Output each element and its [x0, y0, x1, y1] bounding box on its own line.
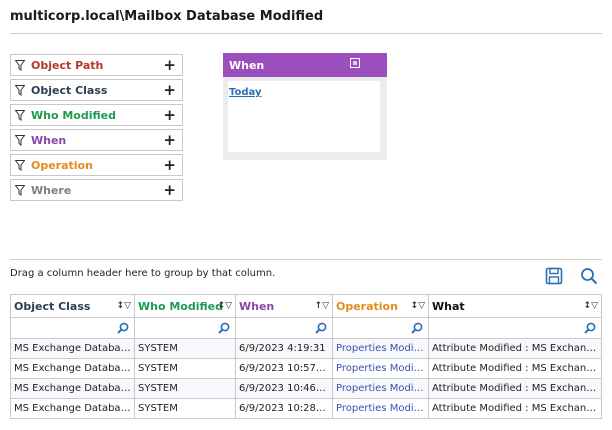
- cell-when: 6/9/2023 10:57:51: [235, 358, 333, 379]
- filter-label: Object Path: [31, 59, 104, 72]
- filter-operation[interactable]: Operation +: [10, 154, 183, 176]
- cell-what: Attribute Modified : MS Exchang...: [428, 338, 602, 359]
- search-icon[interactable]: [580, 267, 598, 285]
- filter-who-modified[interactable]: Who Modified +: [10, 104, 183, 126]
- plus-icon[interactable]: +: [163, 156, 176, 174]
- filter-list: Object Path + Object Class + Who Modifie…: [10, 54, 183, 204]
- column-header-when[interactable]: When ↑▽: [235, 294, 333, 318]
- cell-object-class: MS Exchange Database: [10, 398, 135, 419]
- cell-what: Attribute Modified : MS Exchang...: [428, 378, 602, 399]
- column-filter-row: [10, 317, 602, 339]
- sort-filter-icon[interactable]: ↑▽: [315, 301, 329, 311]
- filter-icon[interactable]: ↕▽: [411, 301, 425, 311]
- filter-icon[interactable]: ↕▽: [117, 301, 131, 311]
- column-header-label: Who Modified: [138, 299, 223, 313]
- cell-who-modified: SYSTEM: [134, 378, 236, 399]
- filter-icon[interactable]: ↕▽: [584, 301, 598, 311]
- table-row[interactable]: MS Exchange Database SYSTEM 6/9/2023 10:…: [10, 398, 602, 419]
- when-panel-title: When: [229, 59, 265, 72]
- cell-who-modified: SYSTEM: [134, 398, 236, 419]
- table-row[interactable]: MS Exchange Database SYSTEM 6/9/2023 4:1…: [10, 338, 602, 359]
- filter-object-class[interactable]: Object Class +: [10, 79, 183, 101]
- filter-object-path[interactable]: Object Path +: [10, 54, 183, 76]
- search-icon[interactable]: [117, 322, 129, 334]
- search-icon[interactable]: [584, 322, 596, 334]
- cell-object-class: MS Exchange Database: [10, 338, 135, 359]
- column-header-object-class[interactable]: Object Class ↕▽: [10, 294, 135, 318]
- title-divider: [10, 33, 602, 34]
- cell-who-modified: SYSTEM: [134, 338, 236, 359]
- table-row[interactable]: MS Exchange Database SYSTEM 6/9/2023 10:…: [10, 358, 602, 379]
- cell-operation[interactable]: Properties Modified: [332, 398, 429, 419]
- column-filter-cell[interactable]: [10, 317, 135, 339]
- filter-when[interactable]: When +: [10, 129, 183, 151]
- cell-operation[interactable]: Properties Modified: [332, 378, 429, 399]
- column-header-label: Operation: [336, 299, 398, 313]
- funnel-icon: [15, 110, 25, 121]
- plus-icon[interactable]: +: [163, 106, 176, 124]
- cell-what: Attribute Modified : MS Exchang...: [428, 358, 602, 379]
- filter-label: Object Class: [31, 84, 108, 97]
- when-panel-body: Today: [228, 81, 380, 152]
- filter-where[interactable]: Where +: [10, 179, 183, 201]
- plus-icon[interactable]: +: [163, 181, 176, 199]
- filter-icon[interactable]: ↕▽: [218, 301, 232, 311]
- column-header-label: What: [432, 299, 465, 313]
- column-header-what[interactable]: What ↕▽: [428, 294, 602, 318]
- table-row[interactable]: MS Exchange Database SYSTEM 6/9/2023 10:…: [10, 378, 602, 399]
- plus-icon[interactable]: +: [163, 56, 176, 74]
- column-filter-cell[interactable]: [428, 317, 602, 339]
- page-title: multicorp.local\Mailbox Database Modifie…: [10, 9, 324, 24]
- plus-icon[interactable]: +: [163, 81, 176, 99]
- maximize-icon[interactable]: [350, 58, 360, 68]
- cell-object-class: MS Exchange Database: [10, 378, 135, 399]
- column-filter-cell[interactable]: [235, 317, 333, 339]
- funnel-icon: [15, 185, 25, 196]
- header-row: Object Class ↕▽ Who Modified ↕▽ When ↑▽ …: [10, 294, 602, 318]
- funnel-icon: [15, 60, 25, 71]
- when-panel-header: When: [223, 53, 387, 77]
- funnel-icon: [15, 135, 25, 146]
- cell-operation[interactable]: Properties Modified: [332, 338, 429, 359]
- search-icon[interactable]: [315, 322, 327, 334]
- cell-when: 6/9/2023 4:19:31: [235, 338, 333, 359]
- column-header-who-modified[interactable]: Who Modified ↕▽: [134, 294, 236, 318]
- cell-when: 6/9/2023 10:46:25: [235, 378, 333, 399]
- cell-when: 6/9/2023 10:28:14: [235, 398, 333, 419]
- filter-label: When: [31, 134, 67, 147]
- group-divider: [10, 259, 602, 260]
- funnel-icon: [15, 85, 25, 96]
- search-icon[interactable]: [411, 322, 423, 334]
- cell-operation[interactable]: Properties Modified: [332, 358, 429, 379]
- filter-label: Who Modified: [31, 109, 116, 122]
- funnel-icon: [15, 160, 25, 171]
- plus-icon[interactable]: +: [163, 131, 176, 149]
- column-filter-cell[interactable]: [332, 317, 429, 339]
- results-grid: Object Class ↕▽ Who Modified ↕▽ When ↑▽ …: [10, 294, 602, 419]
- save-icon[interactable]: [545, 267, 563, 285]
- filter-label: Where: [31, 184, 72, 197]
- column-filter-cell[interactable]: [134, 317, 236, 339]
- cell-object-class: MS Exchange Database: [10, 358, 135, 379]
- search-icon[interactable]: [218, 322, 230, 334]
- cell-who-modified: SYSTEM: [134, 358, 236, 379]
- group-by-hint: Drag a column header here to group by th…: [10, 268, 276, 279]
- cell-what: Attribute Modified : MS Exchang...: [428, 398, 602, 419]
- today-link[interactable]: Today: [229, 87, 261, 98]
- column-header-operation[interactable]: Operation ↕▽: [332, 294, 429, 318]
- filter-label: Operation: [31, 159, 93, 172]
- column-header-label: Object Class: [14, 299, 91, 313]
- column-header-label: When: [239, 299, 275, 313]
- when-panel: When Today: [223, 53, 387, 160]
